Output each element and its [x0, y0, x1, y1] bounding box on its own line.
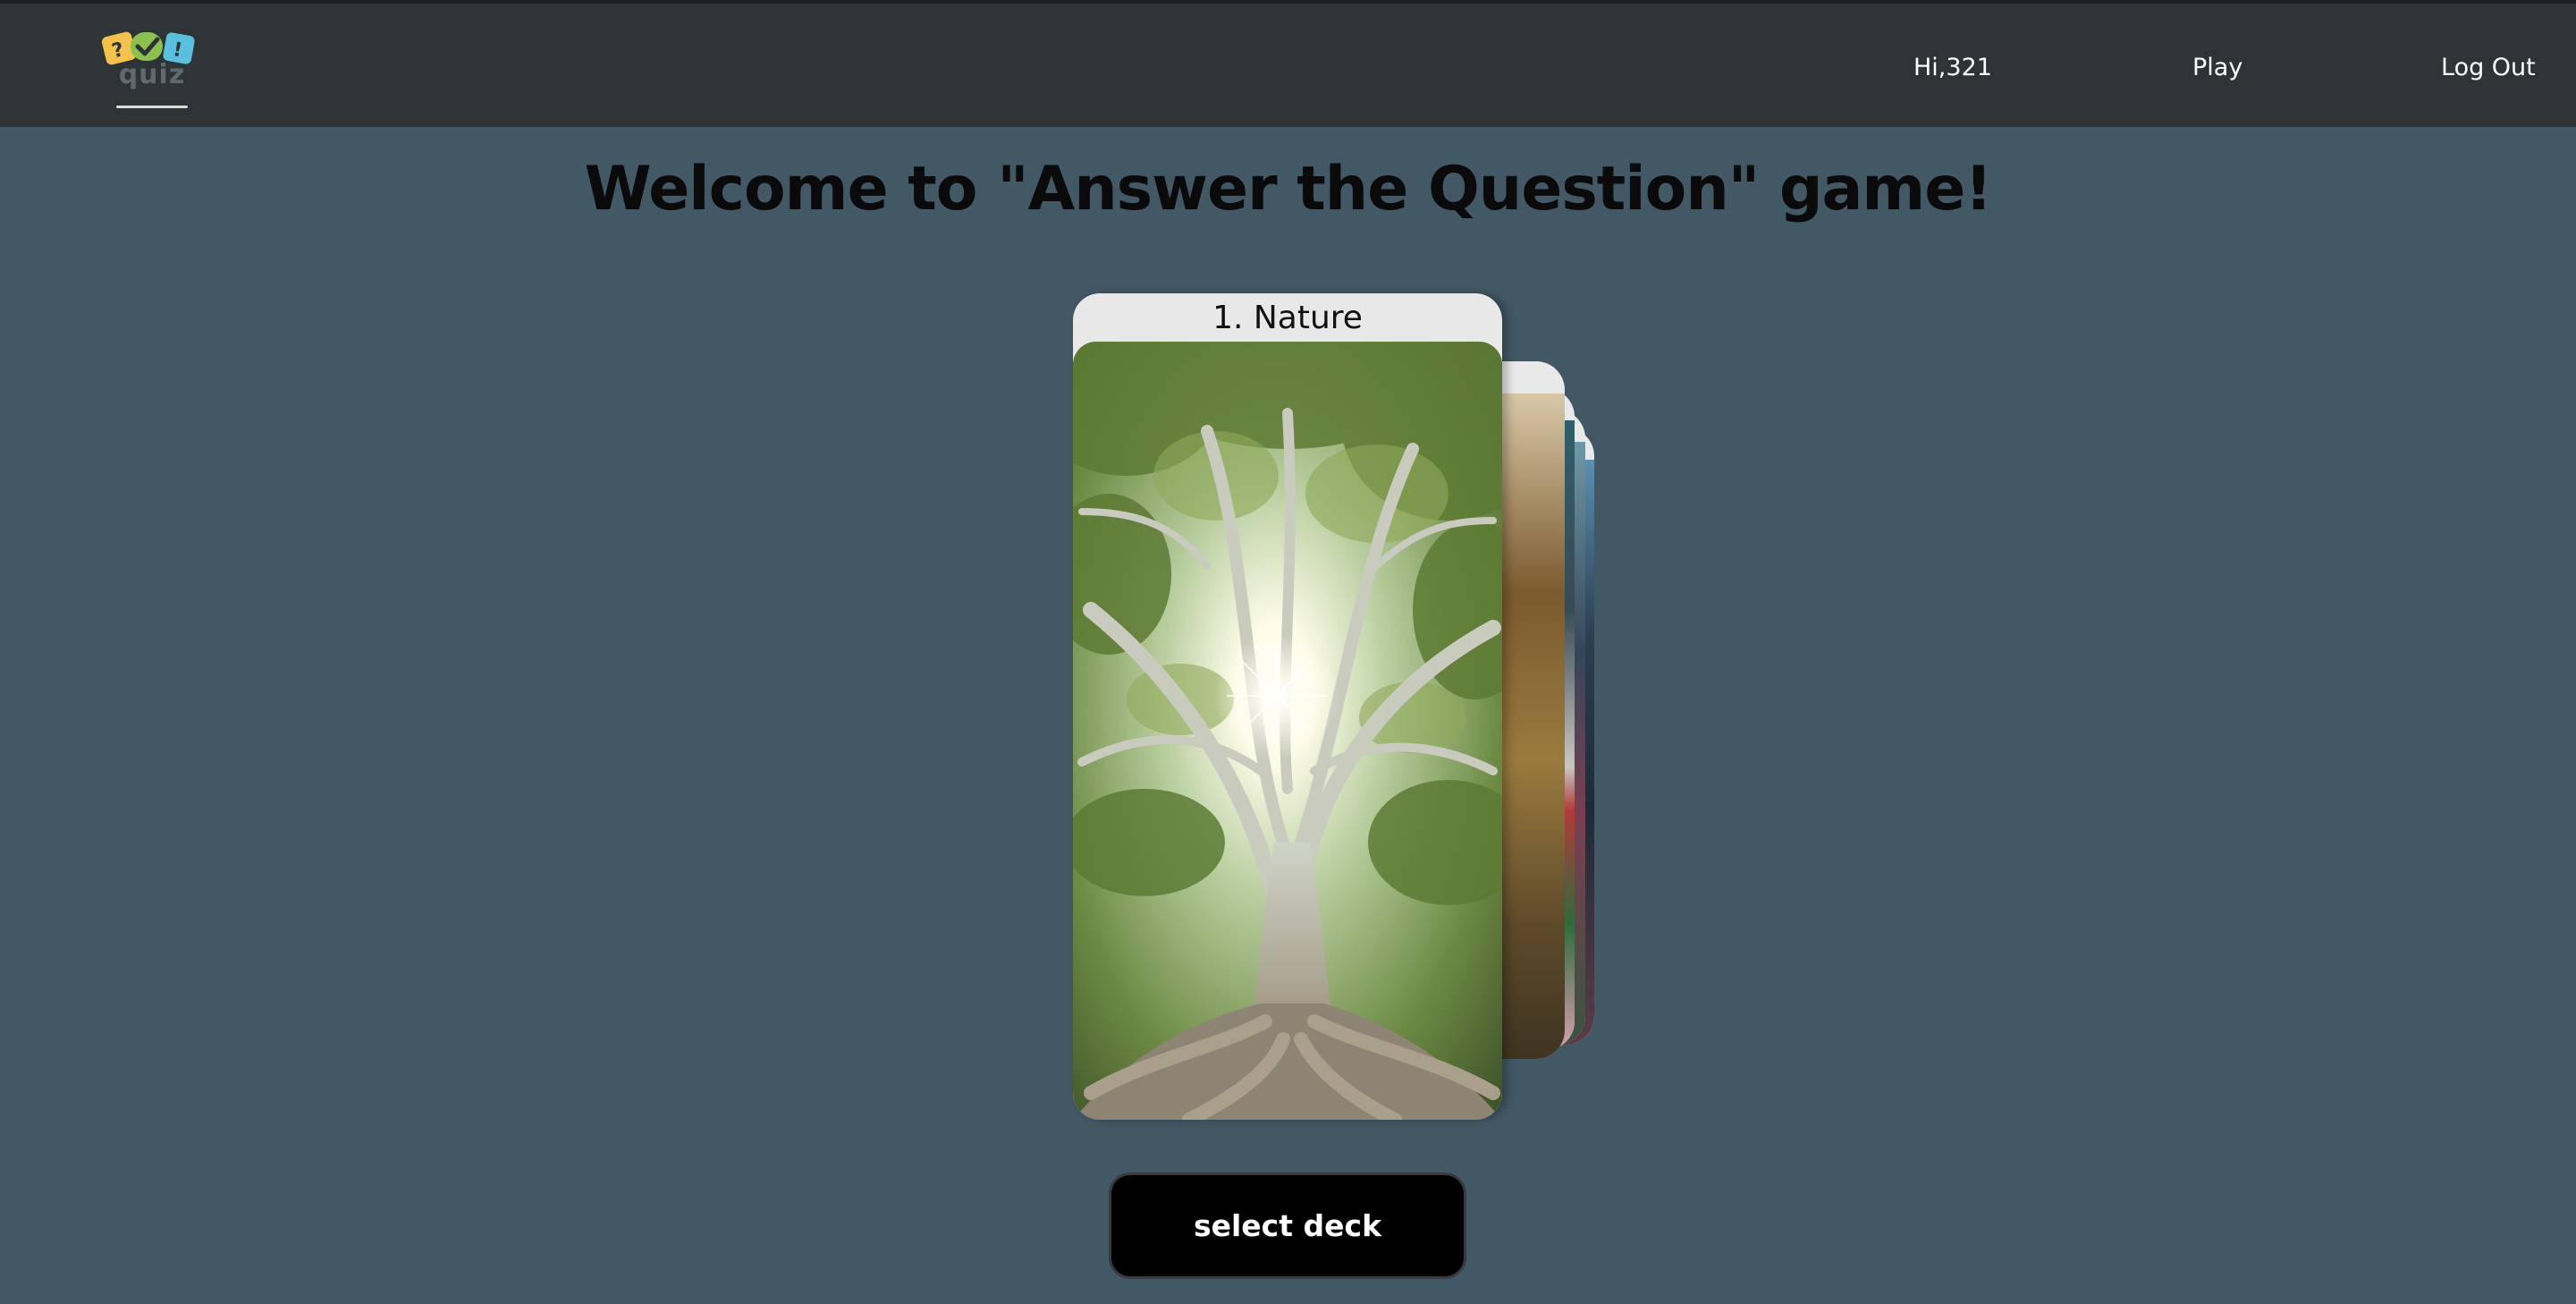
deck-card-image [1073, 342, 1502, 1120]
tree-photo [1073, 342, 1502, 1120]
deck-carousel: 1. Nature [0, 0, 2576, 1304]
select-deck-button[interactable]: select deck [1109, 1173, 1466, 1279]
deck-card-title: 1. Nature [1212, 300, 1363, 336]
deck-card-active[interactable]: 1. Nature [1073, 293, 1502, 1120]
